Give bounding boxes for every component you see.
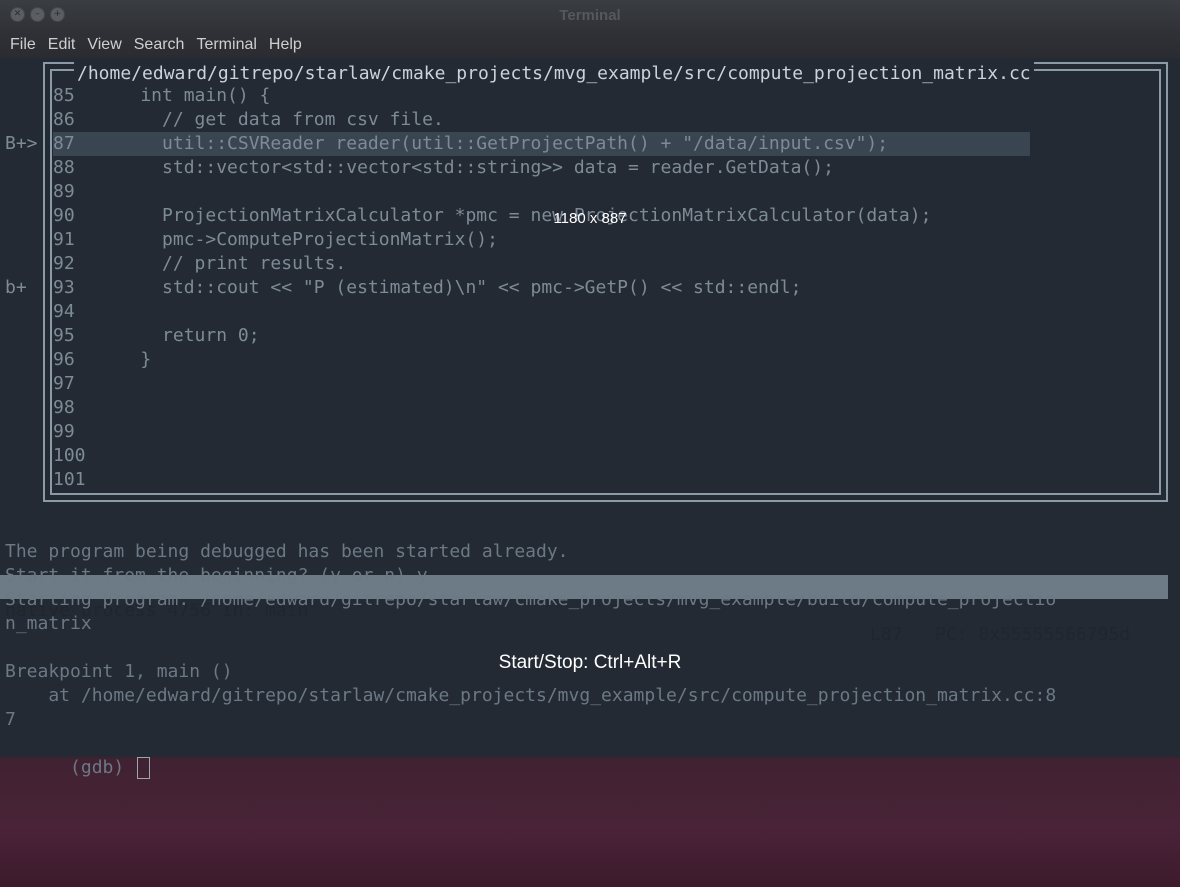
line-number: 88 <box>53 157 75 178</box>
line-number: 98 <box>53 397 75 418</box>
source-code: return 0; <box>97 325 260 346</box>
output-line: Starting program: /home/edward/gitrepo/s… <box>5 589 1057 610</box>
line-number: 91 <box>53 229 75 250</box>
source-code: util::CSVReader reader(util::GetProjectP… <box>97 133 889 154</box>
terminal-window: ✕ – + Terminal File Edit View Search Ter… <box>0 0 1180 779</box>
menu-view[interactable]: View <box>81 32 127 58</box>
source-line: 101 <box>53 468 97 492</box>
line-number: 93 <box>53 277 75 298</box>
line-number: 85 <box>53 85 75 106</box>
breakpoint-marker: B+> <box>5 133 38 154</box>
line-number: 101 <box>53 469 86 490</box>
source-line: 91 pmc->ComputeProjectionMatrix(); <box>53 228 498 252</box>
source-line: 97 <box>53 372 97 396</box>
menu-help[interactable]: Help <box>263 32 308 58</box>
source-file-path: /home/edward/gitrepo/starlaw/cmake_proje… <box>74 62 1034 86</box>
source-lines: 85 int main() {86 // get data from csv f… <box>0 84 1180 494</box>
source-code: int main() { <box>97 85 271 106</box>
gdb-prompt-line[interactable]: (gdb) <box>5 732 151 779</box>
source-code: std::cout << "P (estimated)\n" << pmc->G… <box>97 277 802 298</box>
output-line: The program being debugged has been star… <box>5 541 569 562</box>
menu-file[interactable]: File <box>4 32 42 58</box>
source-line: 89 <box>53 180 97 204</box>
line-number: 99 <box>53 421 75 442</box>
source-line: 85 int main() { <box>53 84 270 108</box>
source-code: // get data from csv file. <box>97 109 444 130</box>
text-cursor <box>137 757 151 779</box>
source-line: 93 std::cout << "P (estimated)\n" << pmc… <box>53 276 801 300</box>
line-number: 97 <box>53 373 75 394</box>
source-line: 99 <box>53 420 97 444</box>
source-line: 86 // get data from csv file. <box>53 108 444 132</box>
output-line: 7 <box>5 709 16 730</box>
menu-bar: File Edit View Search Terminal Help <box>0 32 1180 58</box>
source-line: 92 // print results. <box>53 252 346 276</box>
line-number: 89 <box>53 181 75 202</box>
desktop-background <box>0 757 1180 887</box>
current-source-line: 87 util::CSVReader reader(util::GetProje… <box>53 132 1030 156</box>
line-number: 95 <box>53 325 75 346</box>
source-line: 96 } <box>53 348 151 372</box>
source-line: 98 <box>53 396 97 420</box>
line-number: 86 <box>53 109 75 130</box>
source-code: pmc->ComputeProjectionMatrix(); <box>97 229 498 250</box>
source-line: 100 <box>53 444 97 468</box>
recorder-hint: Start/Stop: Ctrl+Alt+R <box>498 652 682 673</box>
line-number: 92 <box>53 253 75 274</box>
status-location: L87 PC: 0x55555566795d <box>870 624 1131 645</box>
line-number: 87 <box>53 133 75 154</box>
line-number: 96 <box>53 349 75 370</box>
line-number: 100 <box>53 445 86 466</box>
window-title: Terminal <box>559 7 621 24</box>
source-code: // print results. <box>97 253 347 274</box>
breakpoint-marker: b+ <box>5 277 27 298</box>
size-overlay: 1180 x 887 <box>553 210 627 227</box>
title-bar[interactable]: ✕ – + Terminal <box>0 0 1180 32</box>
output-line: at /home/edward/gitrepo/starlaw/cmake_pr… <box>5 685 1057 706</box>
source-line: 88 std::vector<std::vector<std::string>>… <box>53 156 834 180</box>
source-code: } <box>97 349 152 370</box>
menu-search[interactable]: Search <box>128 32 191 58</box>
line-number: 94 <box>53 301 75 322</box>
output-line: Start it from the beginning? (y or n) y <box>5 565 428 586</box>
gdb-prompt: (gdb) <box>70 757 136 778</box>
source-line: 94 <box>53 300 97 324</box>
source-line: 95 return 0; <box>53 324 260 348</box>
menu-terminal[interactable]: Terminal <box>190 32 262 58</box>
menu-edit[interactable]: Edit <box>42 32 82 58</box>
output-line: n_matrix <box>5 613 92 634</box>
source-code: std::vector<std::vector<std::string>> da… <box>97 157 834 178</box>
